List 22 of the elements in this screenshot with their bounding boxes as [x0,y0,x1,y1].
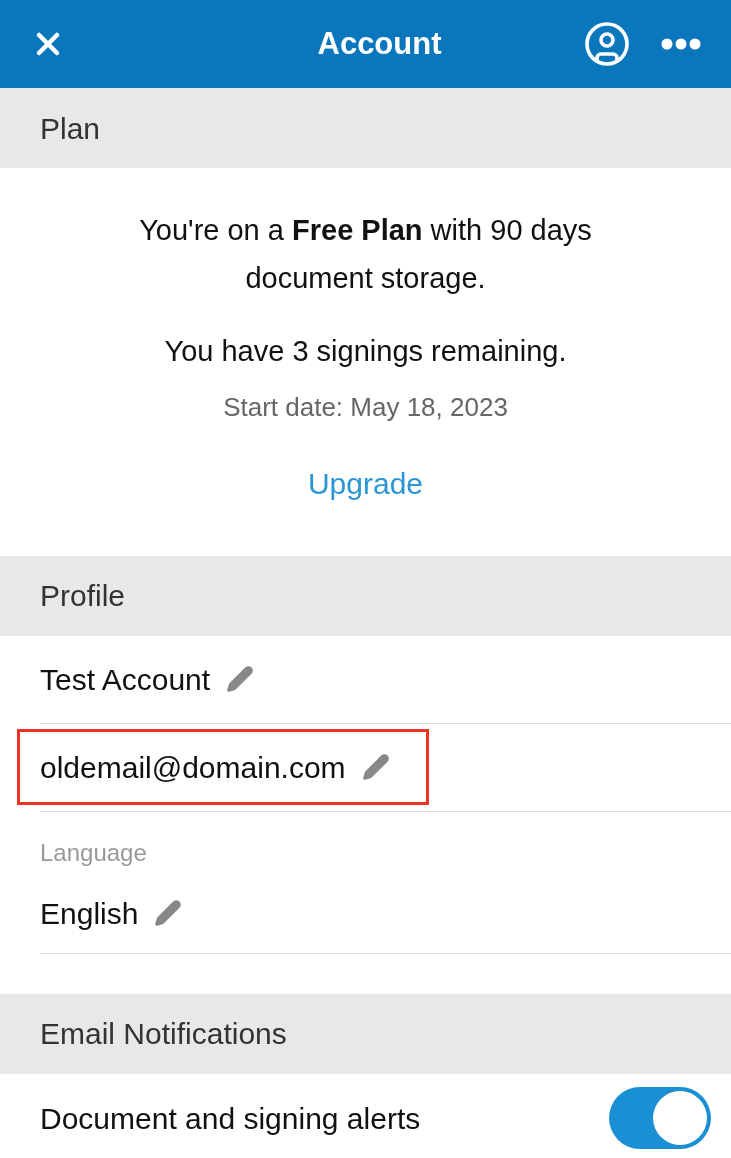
start-date: Start date: May 18, 2023 [223,390,508,424]
profile-field[interactable]: oldemail@domain.com [20,732,426,802]
plan-summary: You're on a Free Plan with 90 days document storage. [138,213,593,296]
profile-button[interactable] [583,20,631,68]
edit-icon [361,753,390,781]
field-value: English [40,895,139,932]
more-icon [661,38,701,50]
page-title: Account [317,24,442,63]
edit-icon [154,899,183,927]
language-field[interactable]: English [40,890,731,936]
section-title: Profile [40,578,126,614]
field-value: Test Account [40,661,211,698]
edit-icon [226,665,255,693]
signings-remaining: You have 3 signings remaining. [164,334,567,369]
profile-field[interactable]: Test Account [40,656,255,702]
notification-label: Document and signing alerts [40,1100,421,1137]
more-button[interactable] [661,38,701,50]
section-title: Plan [40,110,101,147]
user-icon [583,20,631,68]
language-label: Language [40,837,148,868]
section-title: Email Notifications [40,1016,287,1052]
field-value: oldemail@domain.com [40,749,346,786]
